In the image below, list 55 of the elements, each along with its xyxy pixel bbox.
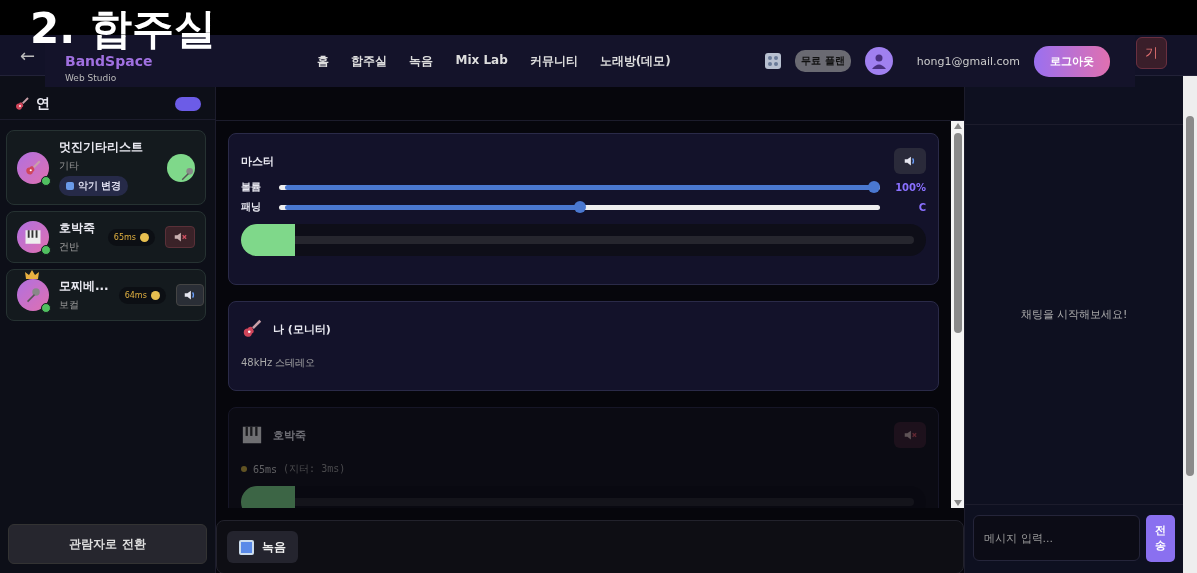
volume-reading: 100% <box>894 181 927 193</box>
guitar-icon <box>24 158 42 177</box>
latency-text: 65ms <box>253 463 278 475</box>
panel-title: 연 <box>36 94 50 113</box>
logo-text: BandSpace <box>65 53 153 69</box>
audio-format: 48kHz 스테레오 <box>241 356 317 370</box>
count-badge <box>175 96 201 111</box>
guitar-icon <box>14 95 30 112</box>
user-email: hong1@gmail.com <box>916 54 1020 68</box>
slider-label: 볼륨 <box>241 180 262 194</box>
latency-badge: 64ms <box>118 286 166 304</box>
muted-speaker-icon <box>173 230 187 244</box>
instrument-label: 건반 <box>59 240 80 254</box>
guitar-icon <box>241 318 263 340</box>
nav-link[interactable]: 합주실 <box>351 52 388 70</box>
channel-name: 호박죽 <box>273 427 306 443</box>
grid-icon[interactable] <box>765 53 782 69</box>
record-button[interactable]: 녹음 <box>227 531 298 563</box>
message-input[interactable]: 메시지 입력... <box>973 515 1141 561</box>
performer-name: 호박죽 <box>59 220 96 237</box>
scrollbar[interactable] <box>951 121 965 508</box>
slider-label: 패닝 <box>241 200 262 214</box>
instrument-label: 기타 <box>59 159 80 173</box>
send-button[interactable]: 전송 <box>1146 515 1176 562</box>
performer-name: 멋진기타리스트 <box>59 139 144 156</box>
nav-link[interactable]: 노래방(데모) <box>599 52 671 70</box>
slider[interactable] <box>279 201 881 213</box>
piano-icon <box>241 424 263 446</box>
leave-button[interactable]: 기 <box>1136 37 1167 69</box>
mute-button[interactable] <box>165 226 195 248</box>
logo-tagline: Web Studio <box>65 73 118 83</box>
mute-button[interactable] <box>175 284 204 306</box>
microphone-icon <box>179 165 195 182</box>
viewer-mode-button[interactable]: 관람자로 전환 <box>8 524 207 564</box>
slider[interactable] <box>279 181 881 193</box>
channel-name: 마스터 <box>241 153 274 169</box>
nav-link[interactable]: 커뮤니티 <box>529 52 578 70</box>
instrument-label: 보컬 <box>59 298 80 312</box>
change-instrument-button[interactable]: 악기 변경 <box>59 176 129 196</box>
jitter-text: (지터: 3ms) <box>283 462 346 476</box>
scrollbar[interactable] <box>1183 76 1197 573</box>
empty-chat-message: 채팅을 시작해보세요! <box>1020 307 1128 322</box>
mute-button[interactable] <box>894 148 927 174</box>
performer-name: 모찌베... <box>59 278 109 295</box>
latency-badge: 65ms <box>107 228 155 246</box>
nav-link[interactable]: Mix Lab <box>455 52 508 70</box>
channel-name: 나 (모니터) <box>273 321 331 337</box>
user-avatar[interactable] <box>864 47 893 75</box>
speaker-icon <box>182 288 197 302</box>
piano-icon <box>24 228 42 246</box>
plan-badge: 무료 플랜 <box>795 50 851 72</box>
nav-link[interactable]: 녹음 <box>409 52 434 70</box>
muted-speaker-icon <box>903 428 918 442</box>
nav-link[interactable]: 홈 <box>317 52 330 70</box>
pan-reading: C <box>917 201 927 213</box>
